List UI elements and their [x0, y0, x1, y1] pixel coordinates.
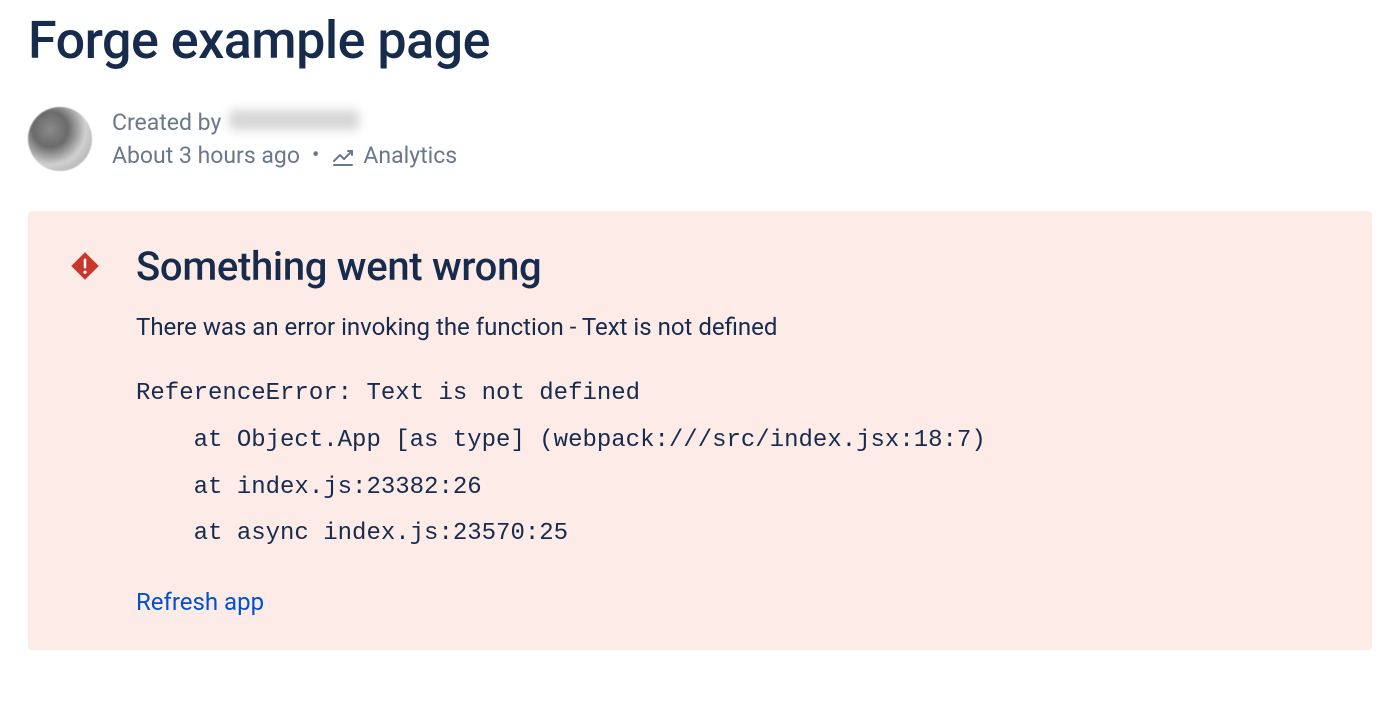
error-body: Something went wrong There was an error … [136, 245, 1330, 616]
meta-separator: • [312, 143, 319, 168]
page-title: Forge example page [0, 0, 1400, 71]
byline-text: Created by About 3 hours ago • Analytics [112, 109, 457, 169]
created-by-row: Created by [112, 109, 457, 136]
timestamp: About 3 hours ago [112, 142, 300, 169]
avatar[interactable] [28, 107, 92, 171]
analytics-link[interactable]: Analytics [331, 142, 457, 169]
refresh-app-link[interactable]: Refresh app [136, 588, 1330, 616]
byline: Created by About 3 hours ago • Analytics [0, 71, 1400, 171]
error-stack: ReferenceError: Text is not defined at O… [136, 371, 1330, 558]
author-name [229, 110, 359, 130]
error-title: Something went wrong [136, 245, 1330, 289]
created-by-label: Created by [112, 109, 221, 136]
error-panel: Something went wrong There was an error … [28, 211, 1372, 650]
error-message: There was an error invoking the function… [136, 313, 1330, 341]
meta-row: About 3 hours ago • Analytics [112, 142, 457, 169]
analytics-icon [331, 144, 355, 168]
error-icon [70, 251, 100, 281]
analytics-label: Analytics [363, 142, 457, 169]
